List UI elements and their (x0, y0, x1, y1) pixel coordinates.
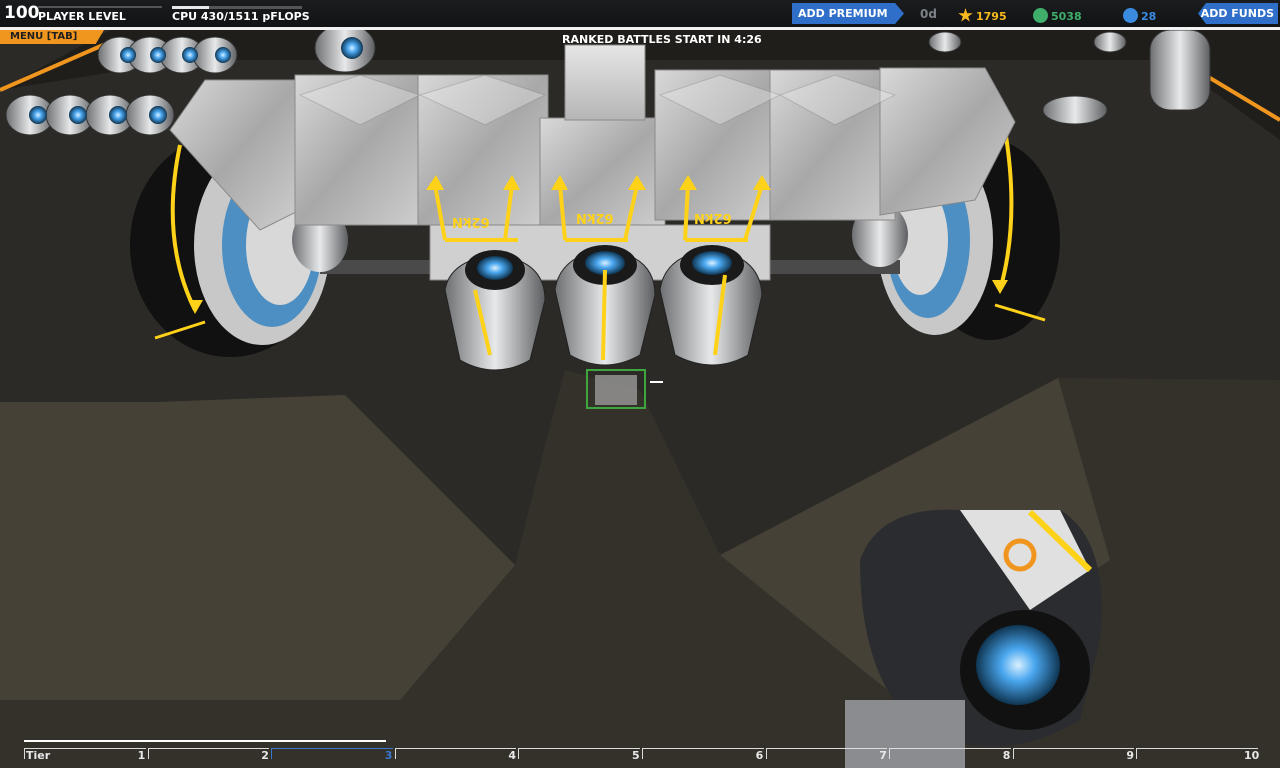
tier-segment (271, 748, 393, 759)
tier-segment (765, 748, 888, 759)
tier-number: 8 (1002, 749, 1011, 762)
tier-number: 10 (1244, 749, 1260, 762)
tier-number: 9 (1126, 749, 1135, 762)
tier-segment (1136, 748, 1258, 759)
thruster-force-label: 62kN (452, 214, 490, 229)
gc-icon (1123, 8, 1138, 23)
gc-counter: 28 (1123, 8, 1156, 23)
rp-value: 5038 (1051, 10, 1082, 23)
tier-number: 1 (137, 749, 146, 762)
thruster-force-label: 62kN (694, 210, 732, 225)
tier-progress-line (24, 740, 386, 742)
tier-number: 7 (879, 749, 887, 762)
rp-icon (1033, 8, 1048, 23)
tier-number: 3 (384, 749, 393, 762)
tier-segment (1012, 748, 1135, 759)
player-level-label: PLAYER LEVEL (38, 10, 126, 23)
tier-number: 4 (508, 749, 517, 762)
rp-counter: 5038 (1033, 8, 1082, 23)
premium-days: 0d (920, 7, 937, 21)
add-premium-button[interactable]: ADD PREMIUM (792, 3, 904, 24)
tier-segment (889, 748, 1011, 759)
garage-scene (0, 0, 1280, 768)
gc-value: 28 (1141, 10, 1157, 23)
tier-number: 6 (755, 749, 764, 762)
tier-bar: Tier 1 2 3 4 5 6 7 8 9 10 (24, 740, 1260, 768)
menu-tab-button[interactable]: MENU [TAB] (0, 30, 104, 44)
top-hud: 100 PLAYER LEVEL CPU 430/1511 pFLOPS ADD… (0, 0, 1280, 28)
tier-segment (518, 748, 640, 759)
tier-segment (24, 748, 146, 759)
ranked-battles-timer: RANKED BATTLES START IN 4:26 (562, 33, 762, 46)
player-level-number: 100 (4, 3, 40, 23)
cpu-label: CPU 430/1511 pFLOPS (172, 10, 310, 23)
tier-segment (147, 748, 270, 759)
star-icon (958, 8, 973, 22)
robits-value: 1795 (976, 10, 1007, 23)
tier-segment (642, 748, 764, 759)
player-level-bar (38, 6, 162, 8)
robits-counter: 1795 (958, 8, 1007, 23)
cpu-bar-fill (172, 6, 210, 9)
thruster-force-label: 62kN (576, 210, 614, 225)
tier-number: 2 (261, 749, 269, 762)
cpu-bar (172, 6, 302, 9)
hud-divider (0, 27, 1280, 30)
thruster-icon (444, 245, 763, 371)
tier-segment (394, 748, 517, 759)
add-funds-button[interactable]: ADD FUNDS (1198, 3, 1278, 24)
tier-number: 5 (632, 749, 640, 762)
